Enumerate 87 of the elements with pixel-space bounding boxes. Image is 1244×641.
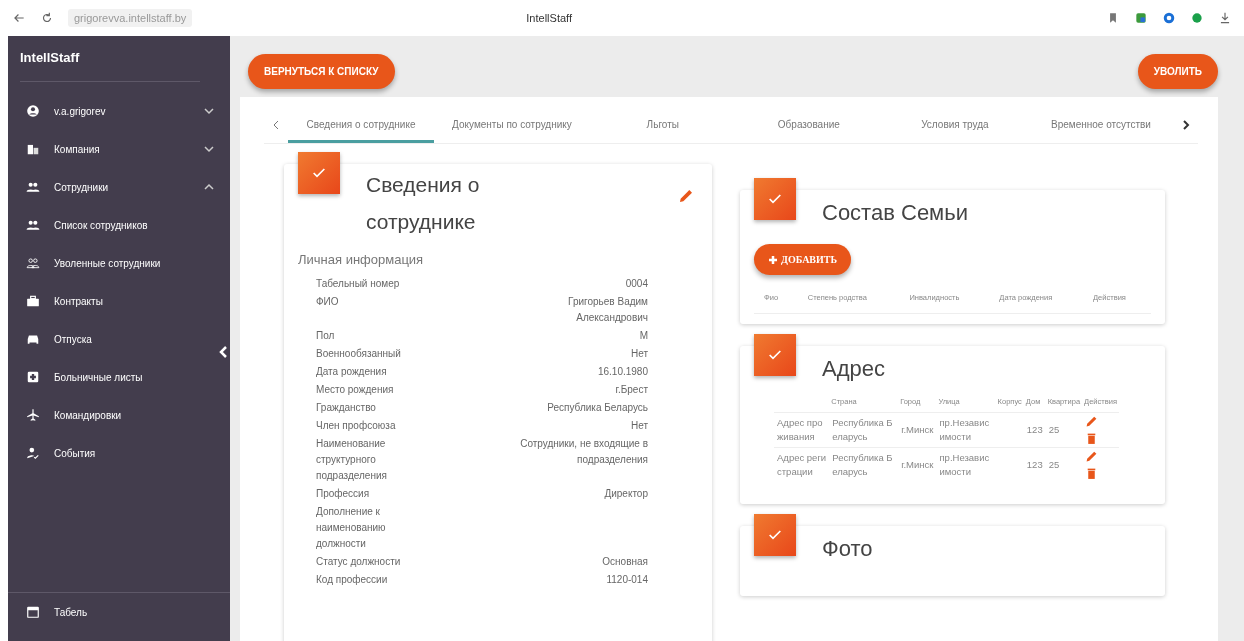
field-value: 0004	[624, 277, 648, 291]
field-label: Табельный номер	[316, 277, 401, 291]
table-cell: 123	[1026, 459, 1043, 470]
field-label: ФИО	[316, 295, 340, 309]
sidebar-item[interactable]: Уволенные сотрудники	[8, 244, 230, 282]
table-cell: г.Минск	[901, 424, 934, 435]
download-icon	[1218, 11, 1232, 25]
extension-icon	[1134, 11, 1148, 25]
people-outline-icon	[26, 256, 40, 270]
table-cell: Республика Беларусь	[832, 452, 893, 477]
plus-icon	[768, 254, 778, 265]
tab[interactable]: Образование	[735, 109, 882, 143]
field-label: Место рождения	[316, 383, 395, 397]
chevron-left-icon	[272, 120, 280, 130]
sidebar-item[interactable]: Табель	[8, 593, 104, 631]
tab[interactable]: Временное отсутстви	[1027, 109, 1174, 143]
field-label: Дата рождения	[316, 365, 388, 379]
field-label: Дополнение к наименованию должности	[316, 505, 387, 551]
field-label: Профессия	[316, 487, 371, 501]
field-value: М	[638, 329, 648, 343]
collapse-icon[interactable]	[218, 346, 228, 358]
briefcase-icon	[26, 294, 40, 308]
card-title: Фото	[822, 535, 874, 562]
extension-icon	[1162, 11, 1176, 25]
sidebar-item[interactable]: События	[8, 434, 230, 472]
sidebar-item[interactable]: v.a.grigorev	[8, 92, 230, 130]
table-cell: Адрес регистрации	[777, 452, 827, 477]
back-to-list-button[interactable]: ВЕРНУТЬСЯ К СПИСКУ	[248, 54, 395, 89]
card-title: Состав Семьи	[822, 199, 969, 226]
field-label: Наименование структурного подразделения	[316, 437, 388, 483]
table-cell: Республика Беларусь	[832, 417, 893, 442]
field-value: Республика Беларусь	[546, 401, 648, 415]
sidebar-item[interactable]: Компания	[8, 130, 230, 168]
tab[interactable]: Документы по сотруднику	[434, 109, 590, 143]
field-value: Основная	[601, 555, 648, 569]
field-value: Сотрудники, не входящие в подразделения	[519, 437, 648, 467]
person-check-icon	[26, 446, 40, 460]
medical-plus-icon	[26, 370, 40, 384]
field-value: г.Брест	[614, 383, 648, 397]
page-title: IntellStaff	[525, 12, 573, 24]
extension-icon	[1190, 11, 1204, 25]
sidebar-item[interactable]: Командировки	[8, 396, 230, 434]
sidebar-item[interactable]: Больничные листы	[8, 358, 230, 396]
add-button[interactable]: ДОБАВИТЬ	[754, 244, 852, 275]
airplane-icon	[26, 408, 40, 422]
table-cell: г.Минск	[901, 459, 934, 470]
table-cell: пр.Независимости	[939, 417, 990, 442]
table-cell: 123	[1026, 424, 1043, 435]
reload-icon	[40, 11, 54, 25]
tab[interactable]: Льготы	[589, 109, 736, 143]
pencil-icon[interactable]	[1085, 415, 1099, 428]
field-label: Код профессии	[316, 573, 389, 587]
tab[interactable]: Сведения о сотруднике	[288, 109, 435, 143]
field-label: Военнообязанный	[316, 347, 402, 361]
table-cell: пр.Независимости	[939, 452, 990, 477]
account-circle-icon	[26, 104, 40, 118]
back-icon	[12, 11, 26, 25]
field-label: Статус должности	[316, 555, 402, 569]
field-label: Гражданство	[316, 401, 377, 415]
table-cell: Адрес проживания	[777, 417, 823, 442]
people-icon	[26, 180, 40, 194]
card-title: Сведения о сотруднике	[366, 172, 481, 235]
field-value: Нет	[629, 419, 648, 433]
table-cell: 25	[1048, 424, 1060, 435]
people-icon	[26, 218, 40, 232]
table-cell: 25	[1048, 459, 1060, 470]
calendar-icon	[26, 605, 40, 619]
building-icon	[26, 142, 40, 156]
pencil-icon[interactable]	[1085, 450, 1099, 463]
app-title: IntellStaff	[20, 50, 200, 82]
field-value: 1120-014	[605, 573, 648, 587]
field-label: Член профсоюза	[316, 419, 397, 433]
sidebar-item[interactable]: Список сотрудников	[8, 206, 230, 244]
card-title: Адрес	[822, 355, 886, 382]
field-label: Пол	[316, 329, 336, 343]
field-value: Нет	[629, 347, 648, 361]
section-title: Личная информация	[298, 252, 425, 267]
tab[interactable]: Условия труда	[881, 109, 1028, 143]
field-value: 16.10.1980	[596, 365, 648, 379]
chevron-right-icon	[1182, 120, 1190, 130]
pencil-icon[interactable]	[678, 188, 694, 204]
field-value: Григорьев Вадим Александрович	[567, 295, 648, 325]
dismiss-button[interactable]: УВОЛИТЬ	[1137, 54, 1218, 89]
sidebar-item[interactable]: Отпуска	[8, 320, 230, 358]
sidebar-item[interactable]: Контракты	[8, 282, 230, 320]
field-value: Директор	[603, 487, 648, 501]
sidebar-item[interactable]: Сотрудники	[8, 168, 230, 206]
